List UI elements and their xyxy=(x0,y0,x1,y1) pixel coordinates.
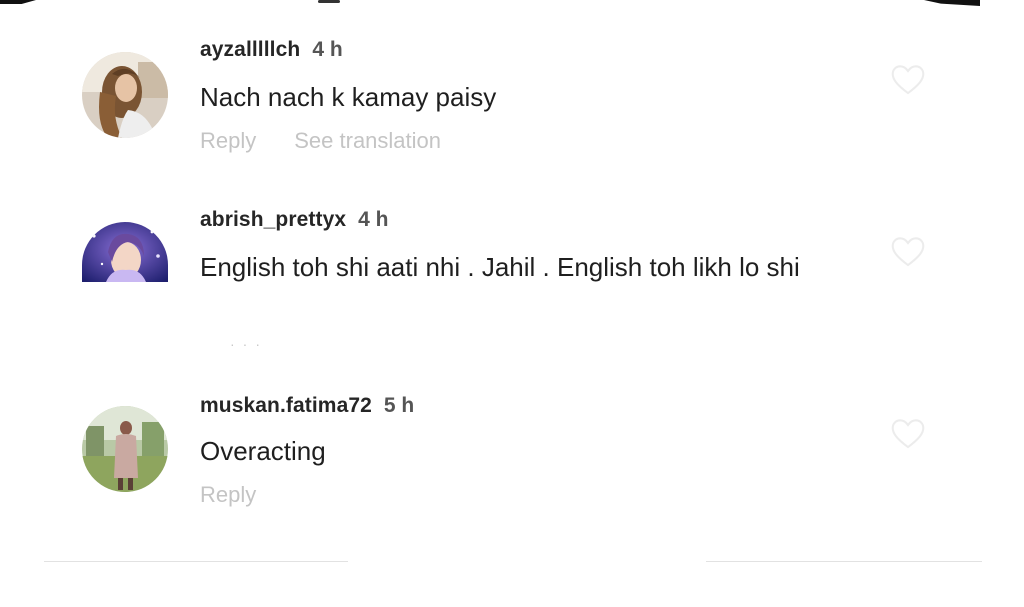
comments-screen: ayzalllllch 4 h Nach nach k kamay paisy R… xyxy=(0,0,1024,607)
comment-meta: ayzalllllch 4 h xyxy=(200,38,343,62)
reply-button[interactable]: Reply xyxy=(200,482,256,507)
comment-username[interactable]: ayzalllllch xyxy=(200,38,300,61)
heart-outline-icon[interactable] xyxy=(890,236,926,268)
avatar[interactable] xyxy=(82,52,168,138)
comment-meta: abrish_prettyx 4 h xyxy=(200,208,388,232)
comment-meta: muskan.fatima72 5 h xyxy=(200,394,414,418)
divider xyxy=(706,561,982,562)
comment-actions: Reply xyxy=(200,482,256,508)
comment-username[interactable]: muskan.fatima72 xyxy=(200,394,372,417)
comment-timestamp: 4 h xyxy=(358,208,389,231)
avatar-photo xyxy=(82,222,168,282)
avatar-photo xyxy=(82,52,168,138)
avatar-photo xyxy=(82,406,168,492)
see-translation-button[interactable]: See translation xyxy=(294,128,441,153)
reply-button[interactable]: Reply xyxy=(200,128,256,153)
faint-ellipsis: ··· xyxy=(230,336,268,352)
comment-text: English toh shi aati nhi . Jahil . Engli… xyxy=(200,252,800,282)
avatar[interactable] xyxy=(82,222,168,282)
divider xyxy=(44,561,348,562)
cropped-edge-fragment xyxy=(924,0,980,6)
heart-outline-icon[interactable] xyxy=(890,64,926,96)
comment-username[interactable]: abrish_prettyx xyxy=(200,208,346,231)
avatar[interactable] xyxy=(82,406,168,492)
comment-actions: Reply See translation xyxy=(200,128,441,154)
comment-text: Overacting xyxy=(200,436,326,466)
comment-text: Nach nach k kamay paisy xyxy=(200,82,497,112)
heart-outline-icon[interactable] xyxy=(890,418,926,450)
comment-timestamp: 5 h xyxy=(383,394,415,417)
comment-timestamp: 4 h xyxy=(312,38,343,61)
cropped-edge-fragment xyxy=(0,0,36,4)
cropped-edge-fragment xyxy=(318,0,340,3)
